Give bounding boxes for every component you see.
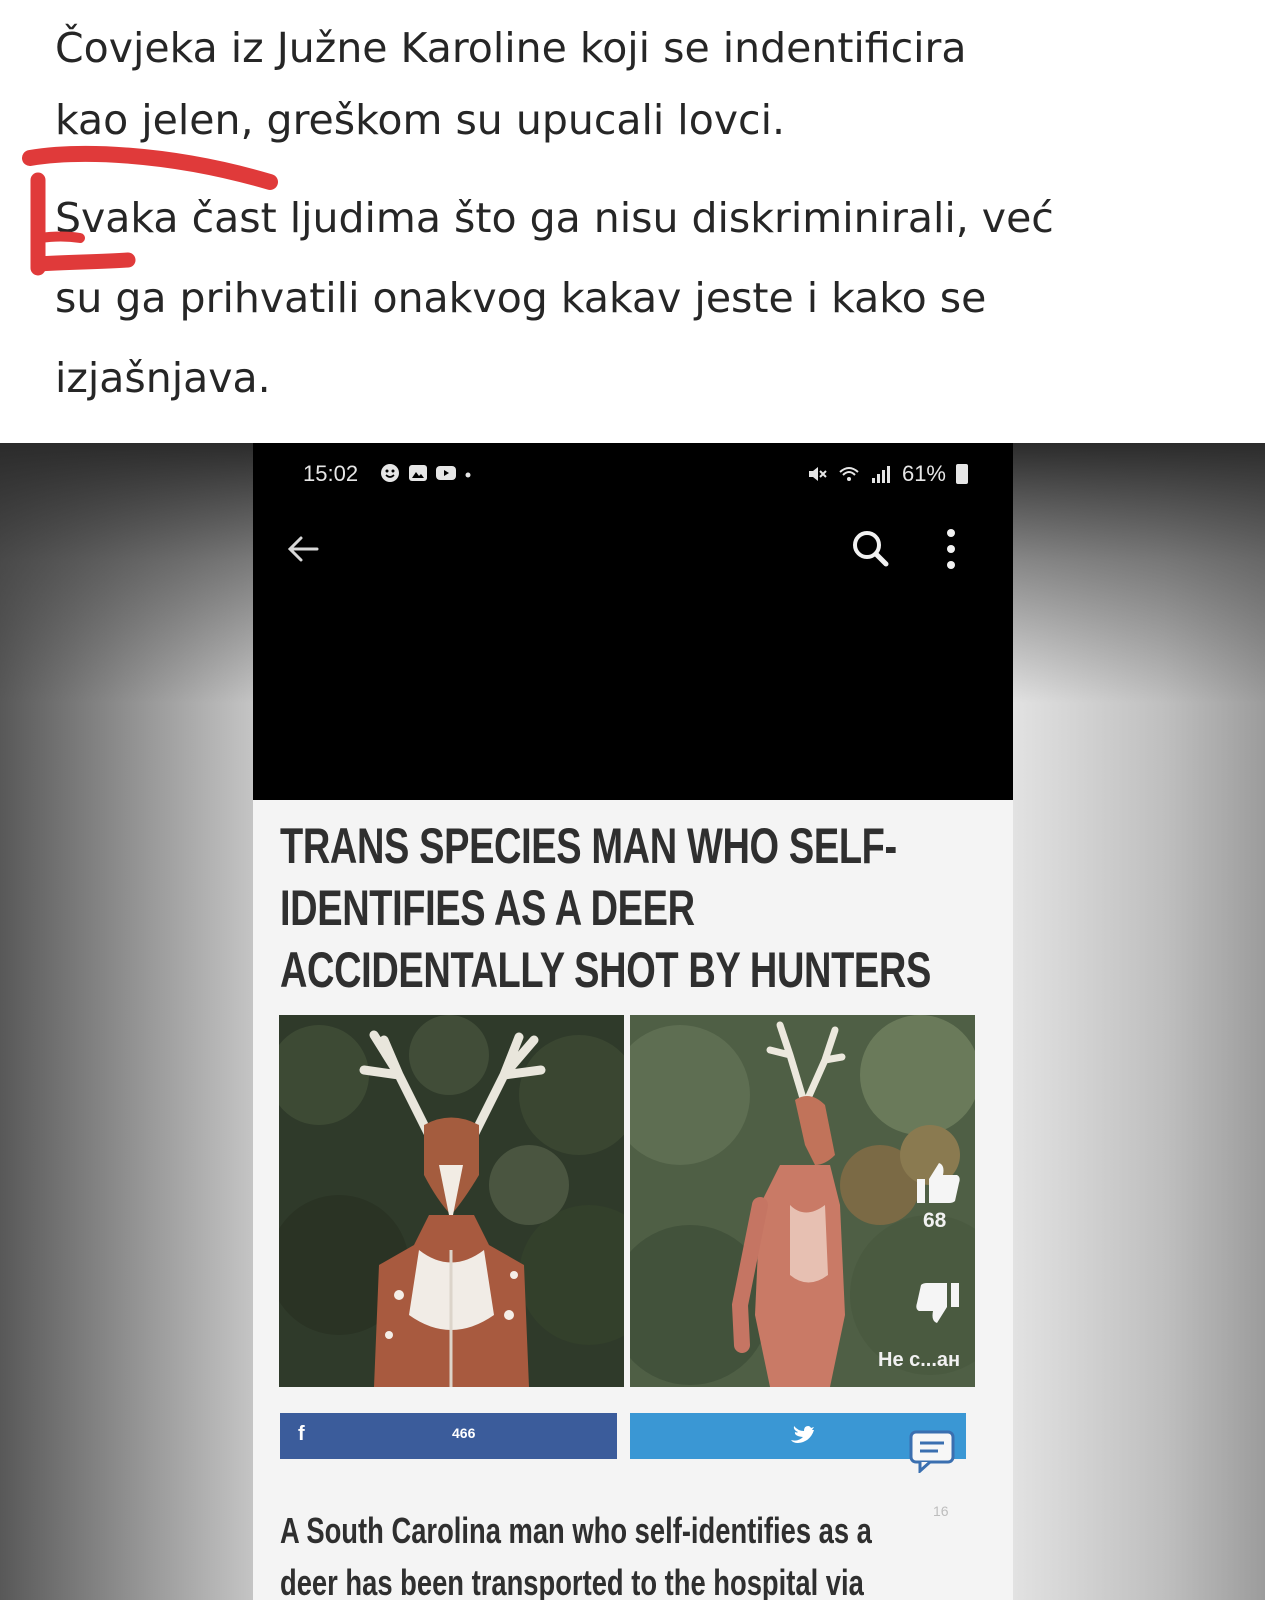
caption-text: Čovjeka iz Južne Karoline koji se indent… [55, 12, 1245, 418]
twitter-icon [791, 1426, 814, 1443]
headline-line-3: ACCIDENTALLY SHOT BY HUNTERS [280, 942, 931, 998]
youtube-icon [436, 466, 456, 480]
caption-line-2: kao jelen, greškom su upucali lovci. [55, 96, 786, 144]
status-icons-right: 61% [806, 461, 968, 487]
headline-line-1: TRANS SPECIES MAN WHO SELF- [280, 818, 897, 874]
like-count: 68 [923, 1209, 947, 1232]
facebook-share-count: 466 [452, 1425, 476, 1441]
phone-screenshot: 15:02 61% TRANS SPECIES MAN WHO SELF- ID… [253, 443, 1013, 1600]
headline-line-2: IDENTIFIES AS A DEER [280, 880, 695, 936]
status-icons-left [379, 463, 473, 483]
battery-percent: 61% [901, 461, 946, 486]
article-body: A South Carolina man who self-identifies… [280, 1505, 964, 1600]
caption-line-5: izjašnjava. [55, 354, 271, 402]
overlay-badge: 16 [933, 1503, 949, 1519]
status-time: 15:02 [303, 461, 359, 486]
article-photo-left [279, 1015, 624, 1387]
like-icon[interactable] [915, 1161, 961, 1205]
back-arrow-icon[interactable] [283, 529, 323, 569]
signal-icon [871, 466, 890, 483]
dislike-icon[interactable] [915, 1281, 961, 1325]
comment-icon[interactable] [908, 1429, 956, 1473]
article-headline: TRANS SPECIES MAN WHO SELF- IDENTIFIES A… [280, 815, 1002, 1001]
caption-line-4: su ga prihvatili onakvog kakav jeste i k… [55, 274, 987, 322]
search-icon[interactable] [849, 527, 891, 569]
caption-line-1: Čovjeka iz Južne Karoline koji se indent… [55, 24, 967, 72]
facebook-icon: f [298, 1423, 305, 1445]
article-body-line-2: deer has been transported to the hospita… [280, 1562, 864, 1600]
article-body-line-1: A South Carolina man who self-identifies… [280, 1510, 872, 1551]
facebook-share-button[interactable]: f 466 [280, 1413, 617, 1459]
dislike-label: Не с...ан [878, 1349, 961, 1371]
caption-line-3: Svaka čast ljudima što ga nisu diskrimin… [55, 194, 1054, 242]
wifi-icon [839, 467, 859, 481]
post-caption: Čovjeka iz Južne Karoline koji se indent… [0, 0, 1265, 443]
more-vertical-icon[interactable] [943, 527, 959, 571]
image-icon [409, 465, 427, 481]
battery-icon [956, 464, 968, 484]
phone-header: 15:02 61% [253, 443, 1013, 800]
mute-icon [808, 467, 827, 481]
status-bar: 15:02 61% [253, 461, 1013, 497]
app-bar [253, 523, 1013, 593]
dot-icon [465, 472, 471, 478]
face-icon [381, 464, 399, 482]
